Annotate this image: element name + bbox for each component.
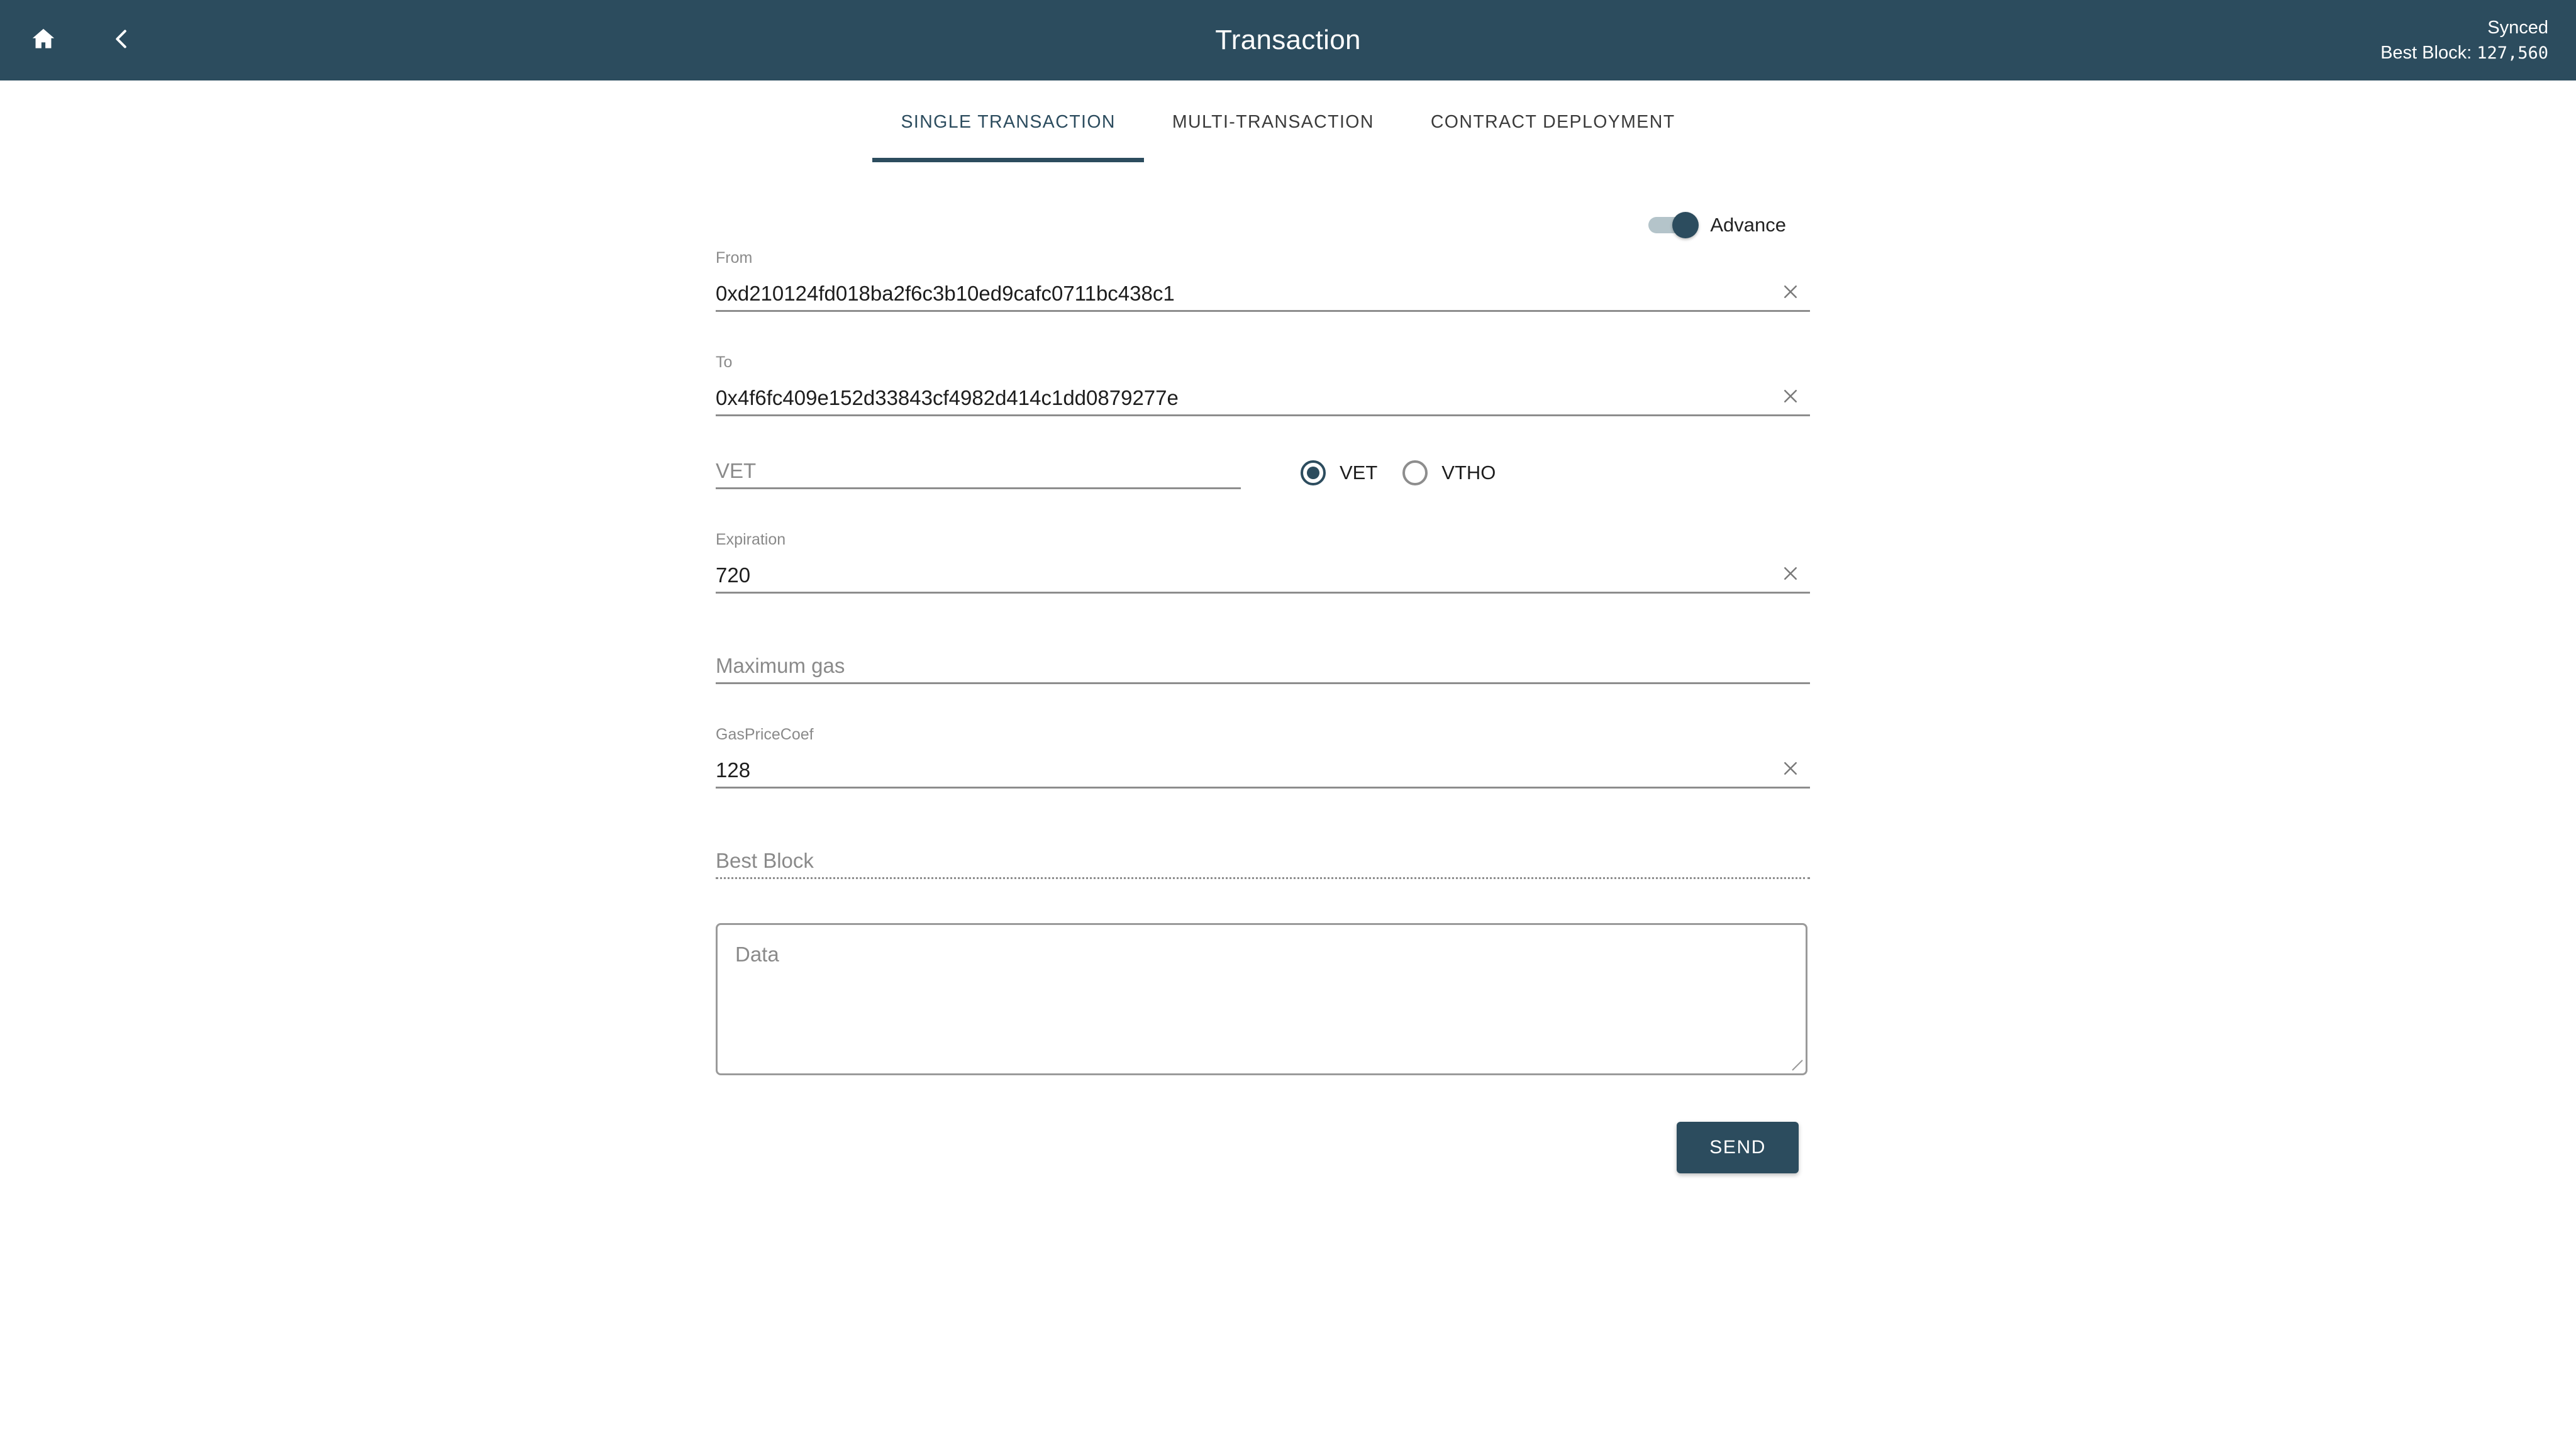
best-block-placeholder: Best Block <box>716 849 814 872</box>
tab-contract-deployment[interactable]: CONTRACT DEPLOYMENT <box>1402 80 1704 162</box>
gas-price-coef-input[interactable]: 128 <box>716 753 1810 789</box>
amount-row: VET VET VTHO <box>716 454 1810 494</box>
to-clear-button[interactable] <box>1776 382 1805 411</box>
radio-option-vtho[interactable]: VTHO <box>1402 460 1496 485</box>
maximum-gas-input[interactable]: Maximum gas <box>716 649 1810 684</box>
maximum-gas-placeholder: Maximum gas <box>716 654 845 677</box>
from-input[interactable]: 0xd210124fd018ba2f6c3b10ed9cafc0711bc438… <box>716 277 1810 312</box>
best-block-value: 127,560 <box>2477 43 2548 63</box>
header-left-controls <box>0 21 141 60</box>
transaction-form: Advance From 0xd210124fd018ba2f6c3b10ed9… <box>716 162 1810 1173</box>
expiration-clear-button[interactable] <box>1776 559 1805 588</box>
send-row: SEND <box>716 1122 1810 1173</box>
back-button[interactable] <box>102 21 141 60</box>
to-value: 0x4f6fc409e152d33843cf4982d414c1dd087927… <box>716 386 1179 409</box>
expiration-field: Expiration 720 <box>716 532 1810 594</box>
expiration-label: Expiration <box>716 531 786 548</box>
gas-price-coef-clear-button[interactable] <box>1776 754 1805 783</box>
radio-vet-label: VET <box>1340 462 1378 484</box>
data-placeholder: Data <box>735 943 779 966</box>
advance-toggle-row: Advance <box>716 200 1810 250</box>
expiration-value: 720 <box>716 563 751 587</box>
best-block-input: Best Block <box>716 844 1810 879</box>
expiration-input[interactable]: 720 <box>716 558 1810 594</box>
to-field: To 0x4f6fc409e152d33843cf4982d414c1dd087… <box>716 355 1810 416</box>
home-icon <box>30 25 57 56</box>
token-radio-group: VET VTHO <box>1301 460 1496 494</box>
from-field: From 0xd210124fd018ba2f6c3b10ed9cafc0711… <box>716 250 1810 312</box>
app-header: Transaction Synced Best Block: 127,560 <box>0 0 2576 80</box>
advance-toggle[interactable] <box>1648 212 1699 238</box>
to-label: To <box>716 353 733 371</box>
tab-bar: SINGLE TRANSACTION MULTI-TRANSACTION CON… <box>0 80 2576 162</box>
from-label: From <box>716 249 753 267</box>
transaction-form-wrapper: Advance From 0xd210124fd018ba2f6c3b10ed9… <box>0 162 2576 1173</box>
best-block-label: Best Block: <box>2380 43 2472 63</box>
from-clear-button[interactable] <box>1776 277 1805 306</box>
gas-price-coef-value: 128 <box>716 758 751 782</box>
advance-label: Advance <box>1710 214 1786 236</box>
sync-status-group: Synced Best Block: 127,560 <box>2380 15 2548 65</box>
radio-vtho-icon <box>1402 460 1428 485</box>
home-button[interactable] <box>24 21 63 60</box>
radio-vet-icon <box>1301 460 1326 485</box>
best-block-status: Best Block: 127,560 <box>2380 40 2548 65</box>
toggle-knob <box>1672 212 1699 238</box>
amount-input[interactable]: VET <box>716 454 1241 489</box>
gas-price-coef-label: GasPriceCoef <box>716 726 814 743</box>
radio-vtho-label: VTHO <box>1441 462 1496 484</box>
sync-status-text: Synced <box>2487 17 2548 38</box>
from-value: 0xd210124fd018ba2f6c3b10ed9cafc0711bc438… <box>716 282 1175 305</box>
data-textarea[interactable]: Data <box>716 923 1807 1075</box>
to-input[interactable]: 0x4f6fc409e152d33843cf4982d414c1dd087927… <box>716 381 1810 416</box>
maximum-gas-field: Maximum gas <box>716 649 1810 684</box>
tab-multi-transaction[interactable]: MULTI-TRANSACTION <box>1144 80 1402 162</box>
amount-field: VET <box>716 454 1241 489</box>
chevron-left-icon <box>109 26 134 55</box>
send-button[interactable]: SEND <box>1677 1122 1799 1173</box>
radio-option-vet[interactable]: VET <box>1301 460 1377 485</box>
best-block-field: Best Block <box>716 844 1810 879</box>
tab-single-transaction[interactable]: SINGLE TRANSACTION <box>872 80 1145 162</box>
page-title: Transaction <box>1215 25 1361 55</box>
gas-price-coef-field: GasPriceCoef 128 <box>716 727 1810 789</box>
amount-placeholder: VET <box>716 459 757 482</box>
resize-handle-icon <box>1792 1060 1803 1071</box>
